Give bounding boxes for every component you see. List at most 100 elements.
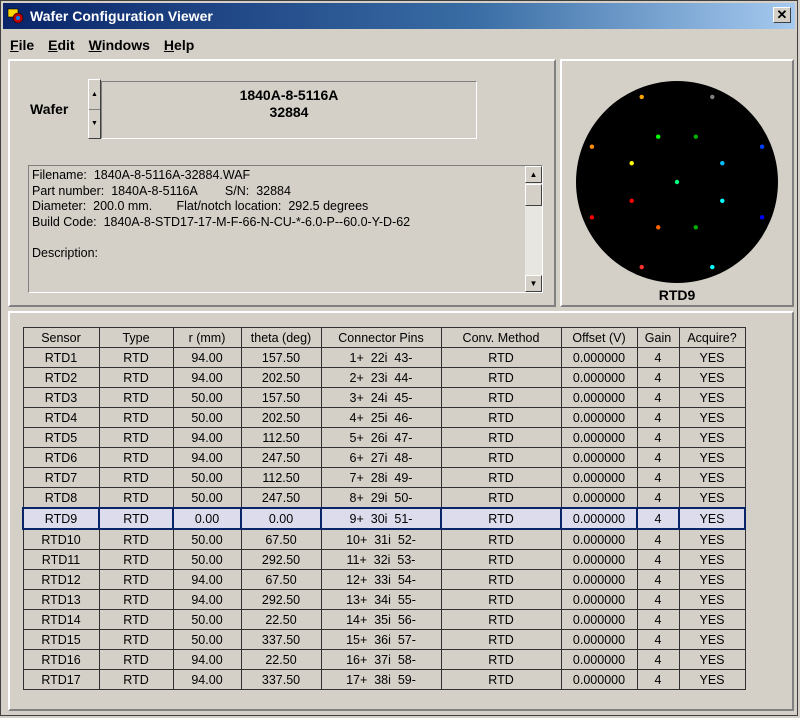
cell-gain[interactable]: 4 bbox=[636, 549, 680, 570]
cell-gain[interactable]: 4 bbox=[636, 507, 680, 530]
cell-offset[interactable]: 0.000000 bbox=[560, 649, 638, 670]
close-button[interactable]: ✕ bbox=[773, 7, 791, 23]
cell-sensor[interactable]: RTD3 bbox=[22, 387, 100, 408]
cell-conv-method[interactable]: RTD bbox=[440, 649, 562, 670]
cell-connector-pins[interactable]: 14+ 35i 56- bbox=[320, 609, 442, 630]
cell-connector-pins[interactable]: 8+ 29i 50- bbox=[320, 487, 442, 509]
table-row[interactable]: RTD6 RTD 94.00 247.50 6+ 27i 48- RTD 0.000000 4… bbox=[22, 447, 746, 468]
cell-gain[interactable]: 4 bbox=[636, 609, 680, 630]
cell-conv-method[interactable]: RTD bbox=[440, 549, 562, 570]
table-row[interactable]: RTD1 RTD 94.00 157.50 1+ 22i 43- RTD 0.000000 4… bbox=[22, 347, 746, 368]
cell-r[interactable]: 94.00 bbox=[172, 447, 242, 468]
scroll-up-button[interactable]: ▲ bbox=[525, 166, 542, 183]
sensor-dot[interactable] bbox=[629, 161, 634, 166]
sensor-dot[interactable] bbox=[693, 225, 698, 230]
cell-offset[interactable]: 0.000000 bbox=[560, 569, 638, 590]
cell-conv-method[interactable]: RTD bbox=[440, 407, 562, 428]
cell-acquire[interactable]: YES bbox=[678, 649, 746, 670]
cell-sensor[interactable]: RTD14 bbox=[22, 609, 100, 630]
cell-gain[interactable]: 4 bbox=[636, 447, 680, 468]
col-header-theta[interactable]: theta (deg) bbox=[240, 327, 322, 348]
cell-sensor[interactable]: RTD13 bbox=[22, 589, 100, 610]
cell-acquire[interactable]: YES bbox=[678, 569, 746, 590]
cell-conv-method[interactable]: RTD bbox=[440, 467, 562, 488]
cell-conv-method[interactable]: RTD bbox=[440, 507, 562, 530]
wafer-spinner[interactable]: ▲ ▼ bbox=[88, 79, 101, 139]
cell-conv-method[interactable]: RTD bbox=[440, 589, 562, 610]
cell-sensor[interactable]: RTD15 bbox=[22, 629, 100, 650]
cell-offset[interactable]: 0.000000 bbox=[560, 407, 638, 428]
table-row[interactable]: RTD3 RTD 50.00 157.50 3+ 24i 45- RTD 0.000000 4… bbox=[22, 387, 746, 408]
table-row[interactable]: RTD15 RTD 50.00 337.50 15+ 36i 57- RTD 0.00000… bbox=[22, 629, 746, 650]
cell-connector-pins[interactable]: 4+ 25i 46- bbox=[320, 407, 442, 428]
cell-theta[interactable]: 0.00 bbox=[240, 507, 322, 530]
sensor-dot[interactable] bbox=[759, 144, 765, 149]
cell-offset[interactable]: 0.000000 bbox=[560, 609, 638, 630]
col-header-offset[interactable]: Offset (V) bbox=[560, 327, 638, 348]
cell-conv-method[interactable]: RTD bbox=[440, 447, 562, 468]
sensor-dot[interactable] bbox=[693, 134, 698, 139]
table-row[interactable]: RTD11 RTD 50.00 292.50 11+ 32i 53- RTD 0.00000… bbox=[22, 549, 746, 570]
cell-gain[interactable]: 4 bbox=[636, 427, 680, 448]
menu-help[interactable]: Help bbox=[157, 37, 201, 53]
cell-type[interactable]: RTD bbox=[98, 467, 174, 488]
cell-type[interactable]: RTD bbox=[98, 387, 174, 408]
table-row[interactable]: RTD5 RTD 94.00 112.50 5+ 26i 47- RTD 0.000000 4… bbox=[22, 427, 746, 448]
cell-offset[interactable]: 0.000000 bbox=[560, 528, 638, 550]
cell-gain[interactable]: 4 bbox=[636, 629, 680, 650]
cell-conv-method[interactable]: RTD bbox=[440, 569, 562, 590]
table-row[interactable]: RTD8 RTD 50.00 247.50 8+ 29i 50- RTD 0.000000 4… bbox=[22, 487, 746, 509]
cell-connector-pins[interactable]: 12+ 33i 54- bbox=[320, 569, 442, 590]
cell-conv-method[interactable]: RTD bbox=[440, 528, 562, 550]
cell-offset[interactable]: 0.000000 bbox=[560, 427, 638, 448]
cell-conv-method[interactable]: RTD bbox=[440, 609, 562, 630]
cell-gain[interactable]: 4 bbox=[636, 407, 680, 428]
cell-connector-pins[interactable]: 9+ 30i 51- bbox=[320, 507, 442, 530]
table-row[interactable]: RTD14 RTD 50.00 22.50 14+ 35i 56- RTD 0.000000… bbox=[22, 609, 746, 630]
cell-r[interactable]: 50.00 bbox=[172, 549, 242, 570]
cell-acquire[interactable]: YES bbox=[678, 669, 746, 690]
cell-offset[interactable]: 0.000000 bbox=[560, 589, 638, 610]
menu-windows[interactable]: Windows bbox=[82, 37, 157, 53]
cell-sensor[interactable]: RTD11 bbox=[22, 549, 100, 570]
col-header-acquire[interactable]: Acquire? bbox=[678, 327, 746, 348]
cell-conv-method[interactable]: RTD bbox=[440, 487, 562, 509]
cell-theta[interactable]: 337.50 bbox=[240, 629, 322, 650]
cell-gain[interactable]: 4 bbox=[636, 487, 680, 509]
title-bar[interactable]: Wafer Configuration Viewer ✕ bbox=[3, 3, 795, 29]
table-row[interactable]: RTD10 RTD 50.00 67.50 10+ 31i 52- RTD 0.000000… bbox=[22, 528, 746, 550]
details-scrollbar[interactable]: ▲ ▼ bbox=[525, 166, 542, 292]
scroll-down-button[interactable]: ▼ bbox=[525, 275, 542, 292]
sensor-dot[interactable] bbox=[639, 94, 644, 100]
table-row[interactable]: RTD17 RTD 94.00 337.50 17+ 38i 59- RTD 0.00000… bbox=[22, 669, 746, 690]
cell-type[interactable]: RTD bbox=[98, 367, 174, 388]
cell-type[interactable]: RTD bbox=[98, 347, 174, 368]
table-row[interactable]: RTD7 RTD 50.00 112.50 7+ 28i 49- RTD 0.000000 4… bbox=[22, 467, 746, 488]
cell-acquire[interactable]: YES bbox=[678, 528, 746, 550]
cell-connector-pins[interactable]: 13+ 34i 55- bbox=[320, 589, 442, 610]
cell-type[interactable]: RTD bbox=[98, 549, 174, 570]
cell-theta[interactable]: 247.50 bbox=[240, 487, 322, 509]
spin-up-button[interactable]: ▲ bbox=[89, 80, 100, 110]
cell-theta[interactable]: 67.50 bbox=[240, 528, 322, 550]
cell-r[interactable]: 94.00 bbox=[172, 589, 242, 610]
cell-theta[interactable]: 337.50 bbox=[240, 669, 322, 690]
cell-sensor[interactable]: RTD7 bbox=[22, 467, 100, 488]
cell-conv-method[interactable]: RTD bbox=[440, 669, 562, 690]
cell-theta[interactable]: 202.50 bbox=[240, 407, 322, 428]
cell-theta[interactable]: 292.50 bbox=[240, 549, 322, 570]
cell-connector-pins[interactable]: 11+ 32i 53- bbox=[320, 549, 442, 570]
col-header-sensor[interactable]: Sensor bbox=[22, 327, 100, 348]
table-row[interactable]: RTD12 RTD 94.00 67.50 12+ 33i 54- RTD 0.000000… bbox=[22, 569, 746, 590]
cell-theta[interactable]: 247.50 bbox=[240, 447, 322, 468]
cell-acquire[interactable]: YES bbox=[678, 367, 746, 388]
cell-type[interactable]: RTD bbox=[98, 649, 174, 670]
cell-conv-method[interactable]: RTD bbox=[440, 427, 562, 448]
cell-sensor[interactable]: RTD1 bbox=[22, 347, 100, 368]
cell-r[interactable]: 94.00 bbox=[172, 649, 242, 670]
cell-offset[interactable]: 0.000000 bbox=[560, 669, 638, 690]
cell-sensor[interactable]: RTD8 bbox=[22, 487, 100, 509]
cell-offset[interactable]: 0.000000 bbox=[560, 487, 638, 509]
cell-acquire[interactable]: YES bbox=[678, 387, 746, 408]
cell-gain[interactable]: 4 bbox=[636, 669, 680, 690]
